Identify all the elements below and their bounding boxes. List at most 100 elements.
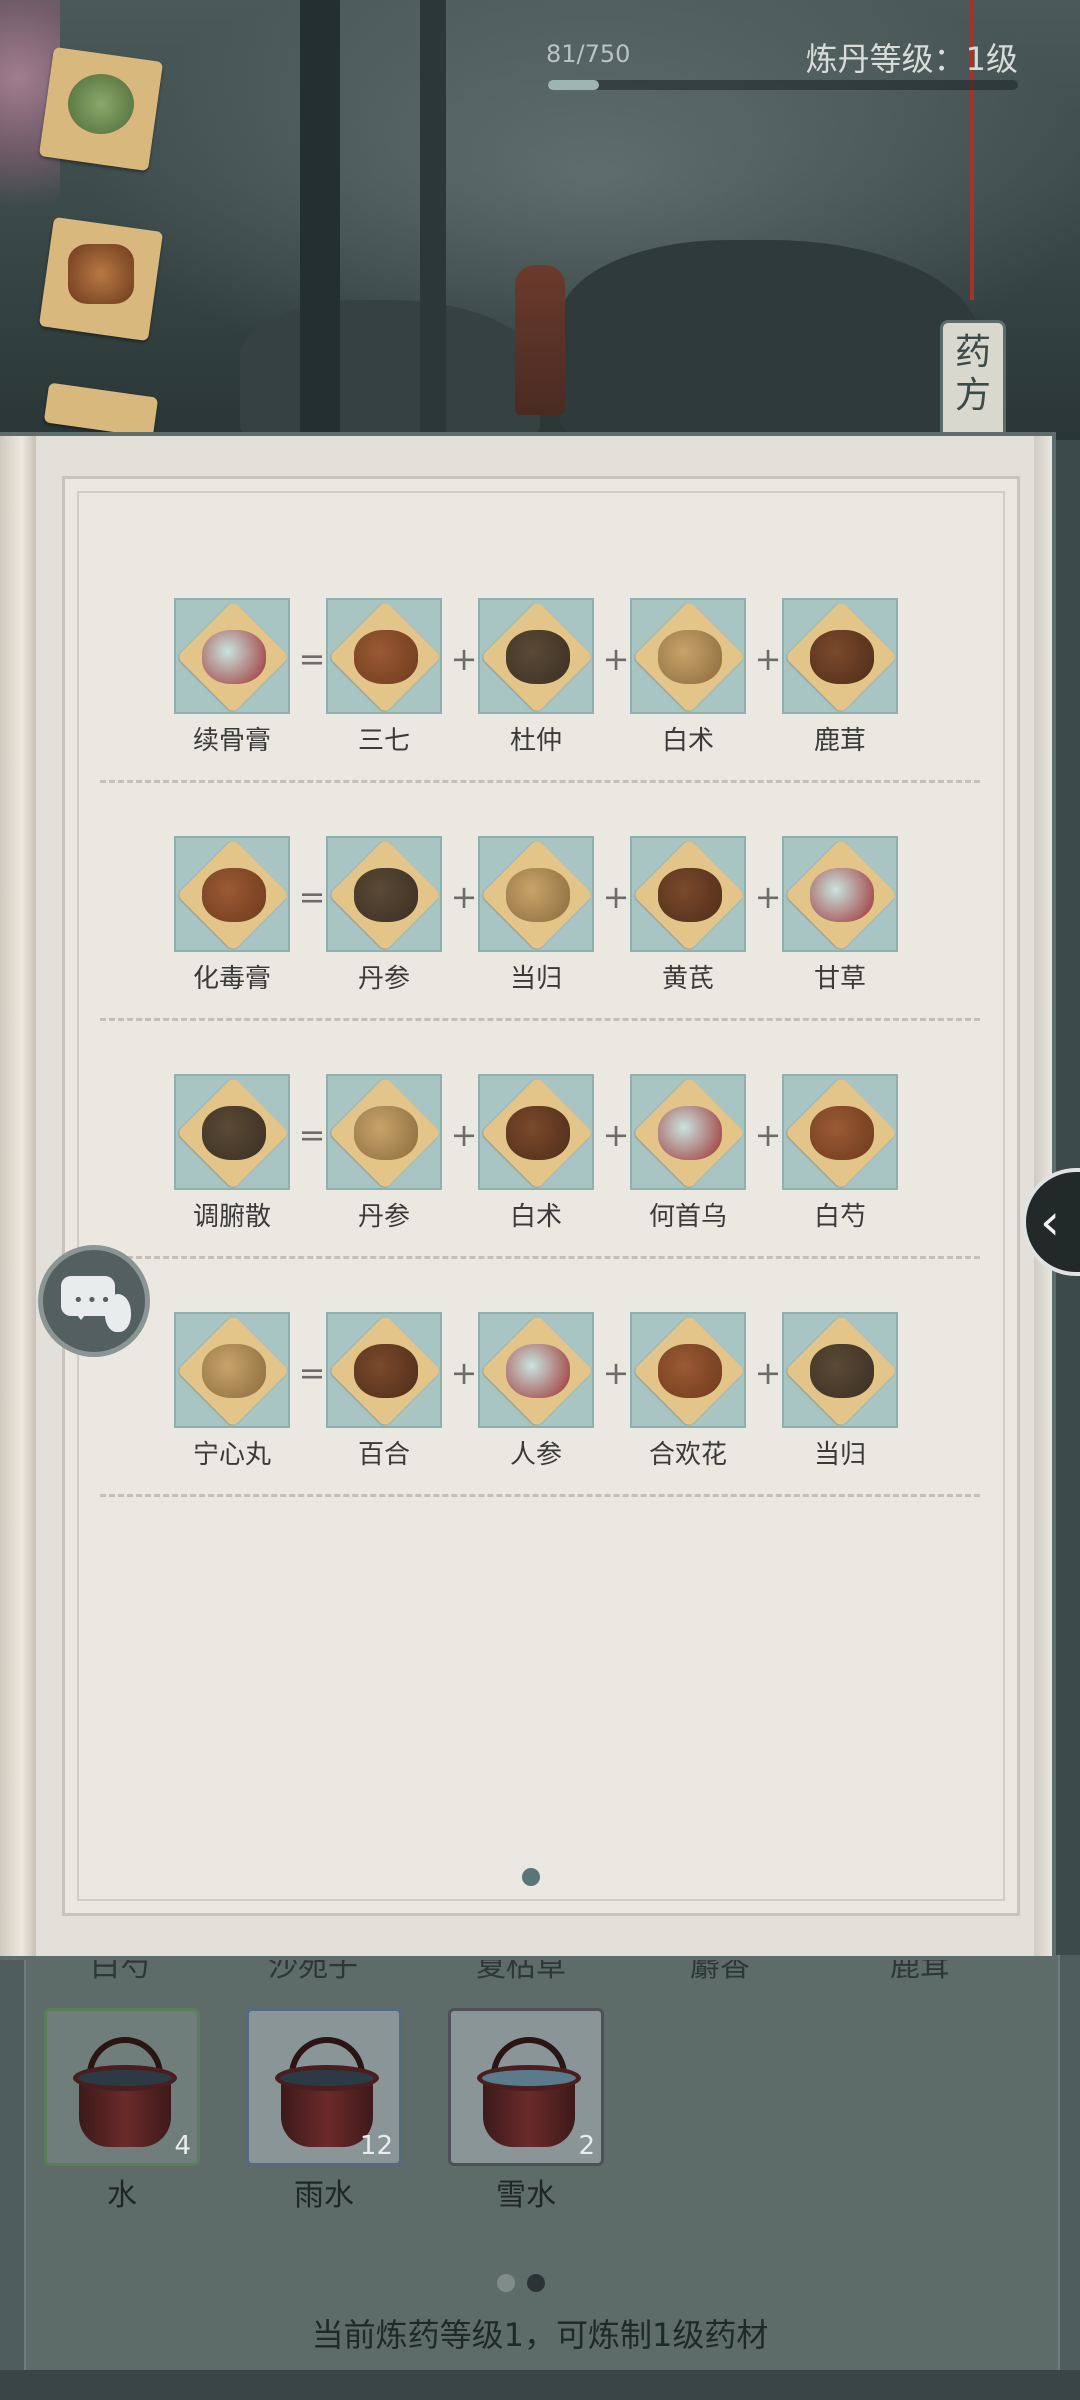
- ingredient-name: 白芍: [813, 1202, 866, 1232]
- recipe-divider: [100, 1018, 980, 1023]
- recipe-ingredient-item[interactable]: 白芍: [782, 1074, 898, 1233]
- plus-sign: +: [602, 640, 630, 678]
- herb-inventory-slot[interactable]: [36, 214, 166, 344]
- ingredient-name: 丹参: [357, 1202, 410, 1232]
- book-page-indicator[interactable]: [522, 1868, 540, 1886]
- herb-icon: [478, 1074, 594, 1190]
- herb-icon: [782, 1312, 898, 1428]
- ingredient-name: 当归: [509, 964, 562, 994]
- ingredient-name: 黄芪: [661, 964, 714, 994]
- bottom-frame: [0, 2370, 1080, 2400]
- bucket-icon: [477, 2037, 581, 2149]
- recipe-tab-label: 药: [954, 332, 991, 373]
- recipe-row: 宁心丸 百合 人参 合欢花 当归 = + + +: [174, 1312, 914, 1472]
- recipe-row: 续骨膏 三七 杜仲 白术 鹿茸 = + + +: [174, 598, 914, 758]
- herb-icon: [782, 1074, 898, 1190]
- recipe-ingredient-item[interactable]: 白术: [630, 598, 746, 757]
- ingredient-name: 何首乌: [648, 1202, 727, 1232]
- herb-icon: [630, 598, 746, 714]
- recipe-ingredient-item[interactable]: 何首乌: [630, 1074, 746, 1233]
- recipe-result-item[interactable]: 调腑散: [174, 1074, 290, 1233]
- recipe-result-name: 宁心丸: [192, 1440, 271, 1470]
- alchemy-level: 炼丹等级：1级: [805, 40, 1018, 78]
- status-text: 当前炼药等级1，可炼制1级药材: [311, 2316, 769, 2354]
- recipe-result-name: 续骨膏: [192, 726, 271, 756]
- bamboo-decoration: [300, 0, 340, 440]
- exp-progress-fill: [548, 80, 599, 90]
- plus-sign: +: [602, 878, 630, 916]
- medicine-icon: [174, 1312, 290, 1428]
- equals-sign: =: [298, 1116, 326, 1154]
- medicine-icon: [174, 1074, 290, 1190]
- herb-leaf-icon: [68, 74, 134, 134]
- herb-icon: [782, 598, 898, 714]
- gourd-icon: [105, 1294, 131, 1332]
- water-label: 雨水: [294, 2178, 354, 2213]
- herb-icon: [630, 1074, 746, 1190]
- recipe-result-item[interactable]: 化毒膏: [174, 836, 290, 995]
- ingredient-name: 甘草: [813, 964, 866, 994]
- page-dot[interactable]: [497, 2274, 515, 2292]
- ingredient-name: 白术: [509, 1202, 562, 1232]
- exp-progress-bar: [548, 80, 1018, 90]
- recipe-ingredient-item[interactable]: 百合: [326, 1312, 442, 1471]
- plus-sign: +: [450, 1354, 478, 1392]
- recipe-tab-label: 方: [954, 375, 991, 417]
- stone-lantern-decoration: [515, 265, 565, 415]
- recipe-ingredient-item[interactable]: 鹿茸: [782, 598, 898, 757]
- herb-icon: [478, 1312, 594, 1428]
- ingredient-name: 合欢花: [648, 1440, 727, 1470]
- exp-counter: 81/750: [546, 40, 631, 68]
- ingredient-name: 白术: [661, 726, 714, 756]
- recipe-result-item[interactable]: 续骨膏: [174, 598, 290, 757]
- recipe-ingredient-item[interactable]: 黄芪: [630, 836, 746, 995]
- water-slot-rain[interactable]: 12: [246, 2008, 402, 2166]
- recipe-ingredient-item[interactable]: 当归: [478, 836, 594, 995]
- recipe-tab-button[interactable]: 药 方: [940, 320, 1006, 440]
- plus-sign: +: [450, 1116, 478, 1154]
- recipe-ingredient-item[interactable]: 人参: [478, 1312, 594, 1471]
- equals-sign: =: [298, 1354, 326, 1392]
- ingredient-name: 三七: [357, 726, 410, 756]
- plus-sign: +: [754, 640, 782, 678]
- ingredient-name: 人参: [509, 1440, 562, 1470]
- recipe-ingredient-item[interactable]: 合欢花: [630, 1312, 746, 1471]
- recipe-ingredient-item[interactable]: 白术: [478, 1074, 594, 1233]
- plus-sign: +: [754, 1116, 782, 1154]
- item-count: 2: [578, 2131, 595, 2161]
- ingredient-name: 丹参: [357, 964, 410, 994]
- equals-sign: =: [298, 640, 326, 678]
- chevron-left-icon: ‹: [1040, 1193, 1060, 1251]
- book-spine: [0, 436, 36, 1956]
- recipe-result-name: 化毒膏: [192, 964, 271, 994]
- herb-root-icon: [68, 244, 134, 304]
- chat-button[interactable]: •••: [38, 1245, 150, 1357]
- herb-icon: [478, 598, 594, 714]
- recipe-result-item[interactable]: 宁心丸: [174, 1312, 290, 1471]
- lower-page-indicator: [497, 2274, 557, 2296]
- herb-inventory-slot[interactable]: [36, 44, 166, 174]
- recipe-ingredient-item[interactable]: 丹参: [326, 836, 442, 995]
- plus-sign: +: [602, 1116, 630, 1154]
- recipe-ingredient-item[interactable]: 当归: [782, 1312, 898, 1471]
- plus-sign: +: [602, 1354, 630, 1392]
- item-count: 12: [359, 2131, 393, 2161]
- herb-inventory-slot[interactable]: [36, 380, 166, 440]
- herb-icon: [630, 836, 746, 952]
- recipe-row: 调腑散 丹参 白术 何首乌 白芍 = + + +: [174, 1074, 914, 1234]
- ingredient-name: 当归: [813, 1440, 866, 1470]
- ingredient-name: 鹿茸: [813, 726, 866, 756]
- herb-icon: [630, 1312, 746, 1428]
- medicine-icon: [174, 836, 290, 952]
- recipe-ingredient-item[interactable]: 三七: [326, 598, 442, 757]
- recipe-ingredient-item[interactable]: 丹参: [326, 1074, 442, 1233]
- recipe-ingredient-item[interactable]: 杜仲: [478, 598, 594, 757]
- water-slot-snow[interactable]: 2: [448, 2008, 604, 2166]
- recipe-divider: [100, 1494, 980, 1499]
- page-dot-active[interactable]: [527, 2274, 545, 2292]
- bamboo-decoration: [420, 0, 446, 440]
- herb-icon: [326, 1312, 442, 1428]
- water-label: 水: [107, 2178, 137, 2213]
- water-slot-water[interactable]: 4: [44, 2008, 200, 2166]
- recipe-ingredient-item[interactable]: 甘草: [782, 836, 898, 995]
